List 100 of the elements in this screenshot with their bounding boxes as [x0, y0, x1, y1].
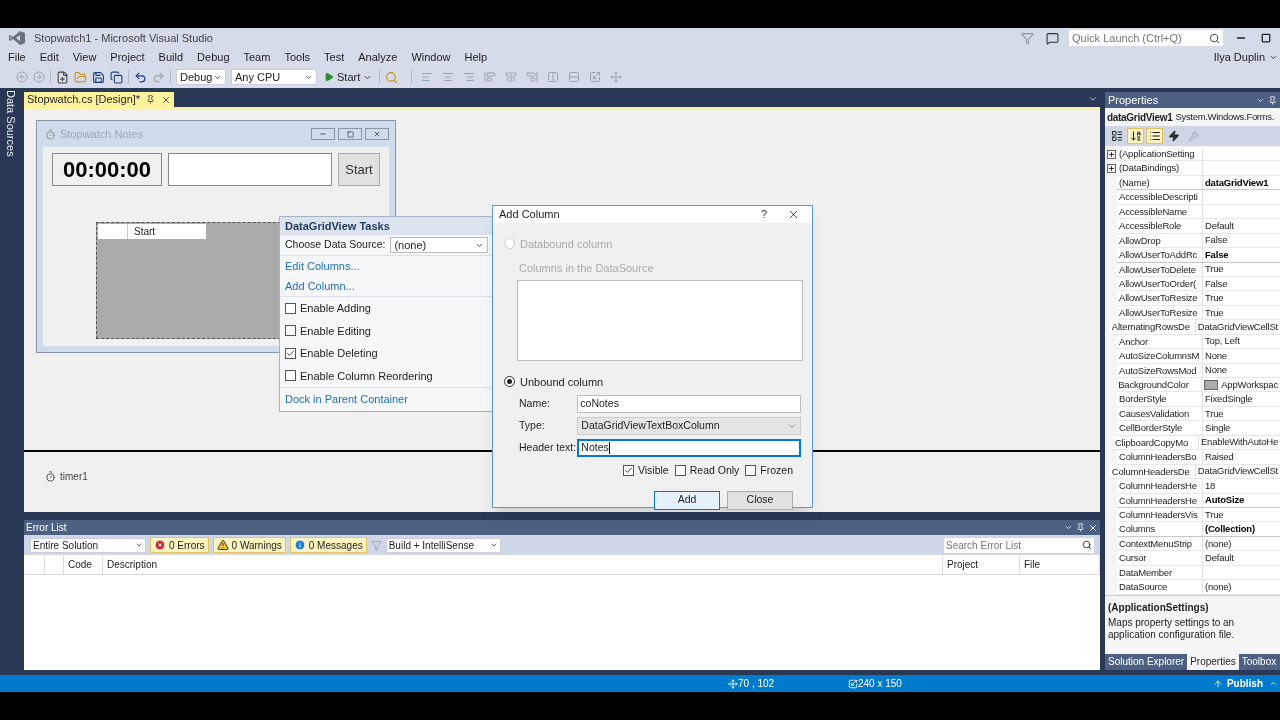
property-row[interactable]: AccessibleDescripti — [1117, 190, 1280, 205]
option-label: Enable Editing — [300, 323, 371, 339]
menu-item[interactable]: Project — [103, 48, 152, 66]
pin-icon[interactable] — [146, 95, 156, 104]
checkbox[interactable] — [745, 465, 757, 477]
property-row[interactable]: CellBorderStyle Single — [1117, 421, 1280, 436]
configuration-dropdown[interactable]: Debug — [176, 69, 226, 85]
filter-toggle[interactable]: 0 Messages — [289, 537, 367, 553]
lightning-icon — [1167, 130, 1180, 142]
document-tab[interactable]: Stopwatch.cs [Design]* — [24, 92, 175, 107]
menu-item[interactable]: View — [65, 48, 104, 66]
expand-icon[interactable] — [1106, 164, 1116, 174]
property-name: (DataBindings) — [1117, 161, 1203, 175]
menu-item[interactable]: Build — [151, 48, 191, 66]
maximize-icon[interactable] — [1261, 33, 1271, 43]
dropdown-icon[interactable] — [1064, 523, 1073, 532]
dialog-button[interactable]: Add — [654, 490, 720, 510]
platform-dropdown[interactable]: Any CPU — [231, 69, 317, 85]
pin-icon[interactable] — [1076, 523, 1085, 532]
close-icon[interactable] — [161, 94, 172, 105]
filter-toggle[interactable]: 0 Errors — [150, 537, 209, 553]
column-header[interactable]: Description — [103, 555, 943, 574]
maximize-button[interactable] — [338, 128, 362, 140]
property-row[interactable]: AccessibleRole Default — [1117, 219, 1280, 234]
column-header[interactable]: Start — [128, 224, 206, 239]
property-row[interactable]: (ApplicationSetting — [1117, 147, 1280, 162]
menu-item[interactable]: Debug — [190, 48, 237, 66]
checkbox[interactable] — [285, 370, 296, 382]
help-button[interactable]: ? — [760, 206, 767, 223]
caret-icon[interactable] — [1269, 679, 1278, 688]
property-row[interactable]: Columns (Collection) — [1117, 522, 1280, 537]
property-name: CellBorderStyle — [1117, 421, 1203, 435]
text-field[interactable]: coNotes — [577, 395, 801, 413]
quick-launch-field[interactable]: Quick Launch (Ctrl+Q) — [1069, 30, 1223, 46]
minimize-button[interactable] — [311, 128, 335, 140]
user-menu[interactable]: Ilya Duplin — [1213, 48, 1265, 66]
property-row[interactable]: ColumnHeadersHe 18 — [1117, 479, 1280, 494]
task-link[interactable]: Add Column... — [285, 277, 488, 294]
menu-item[interactable]: Analyze — [351, 48, 405, 66]
menu-item[interactable]: Tools — [277, 48, 318, 66]
column-header[interactable]: Code — [64, 555, 103, 574]
start-button[interactable]: Start — [322, 68, 375, 86]
property-row[interactable]: AutoSizeColumnsM None — [1117, 349, 1280, 364]
side-tab[interactable]: Data Sources — [2, 90, 20, 675]
type-dropdown[interactable]: DataGridViewTextBoxColumn — [577, 417, 801, 435]
start-button[interactable]: Start — [338, 153, 380, 186]
new-file-icon[interactable] — [56, 70, 69, 84]
publish-button[interactable]: Publish — [1226, 676, 1263, 691]
column-header[interactable]: Project — [943, 555, 1020, 574]
panel-tab[interactable]: Toolbox — [1238, 654, 1280, 670]
feedback-icon[interactable] — [1046, 31, 1059, 45]
close-icon[interactable] — [1088, 522, 1098, 533]
tab-list-icon[interactable] — [1088, 94, 1098, 104]
notes-field[interactable] — [168, 153, 332, 186]
menu-item[interactable]: File — [1, 48, 33, 66]
view-button[interactable] — [1146, 128, 1163, 144]
publish-icon[interactable] — [1212, 678, 1223, 689]
property-row[interactable]: AllowUserToAddRc False — [1117, 248, 1280, 263]
pin-icon[interactable] — [1268, 95, 1277, 105]
property-row[interactable]: AllowUserToResize True — [1117, 291, 1280, 306]
checkbox[interactable] — [285, 325, 296, 337]
property-value: True — [1205, 291, 1224, 306]
close-button[interactable] — [365, 128, 389, 140]
save-icon[interactable] — [92, 70, 105, 84]
menu-item[interactable]: Team — [236, 48, 278, 66]
property-row[interactable]: AlternatingRowsDe DataGridViewCellSt — [1109, 320, 1280, 335]
menu-item[interactable]: Window — [404, 48, 458, 66]
menu-item[interactable]: Test — [317, 48, 352, 66]
scope-dropdown[interactable]: Entire Solution — [30, 537, 146, 553]
dialog-button[interactable]: Close — [727, 490, 793, 510]
property-row[interactable]: BorderStyle FixedSingle — [1117, 392, 1280, 407]
radio-button[interactable] — [504, 376, 515, 388]
data-source-dropdown[interactable]: (none) — [390, 237, 488, 253]
undo-icon[interactable] — [134, 70, 147, 84]
filter-toggle[interactable]: 0 Warnings — [212, 537, 286, 553]
menu-item[interactable]: Edit — [32, 48, 66, 66]
property-row[interactable]: DataSource (none) — [1117, 580, 1280, 595]
panel-tab[interactable]: Properties — [1187, 654, 1239, 670]
expand-icon[interactable] — [1106, 149, 1116, 159]
property-row[interactable]: Cursor Default — [1117, 551, 1280, 566]
property-row[interactable]: BackgroundColor AppWorkspac — [1116, 378, 1280, 393]
build-filter-dropdown[interactable]: Build + IntelliSense — [385, 537, 501, 553]
checkbox[interactable] — [285, 302, 296, 314]
checkbox[interactable] — [674, 465, 686, 477]
filter-icon[interactable] — [1021, 31, 1034, 45]
checkbox[interactable] — [285, 347, 296, 359]
save-all-icon[interactable] — [110, 70, 123, 84]
property-name: (Name) — [1117, 175, 1203, 190]
task-link[interactable]: Dock in Parent Container — [285, 393, 408, 405]
menu-item[interactable]: Help — [457, 48, 495, 66]
text-field[interactable]: Notes — [577, 439, 801, 457]
search-field[interactable]: Search Error List — [944, 537, 1094, 553]
panel-tab[interactable]: Solution Explorer — [1105, 654, 1188, 670]
task-link[interactable]: Edit Columns... — [285, 258, 488, 275]
column-header[interactable]: File — [1020, 555, 1100, 574]
view-button[interactable] — [1127, 128, 1144, 144]
property-row[interactable]: (DataBindings) — [1117, 161, 1280, 176]
component-label[interactable]: timer1 — [60, 469, 88, 484]
checkbox[interactable] — [622, 465, 634, 477]
property-row[interactable]: ColumnHeadersBo Raised — [1117, 450, 1280, 465]
